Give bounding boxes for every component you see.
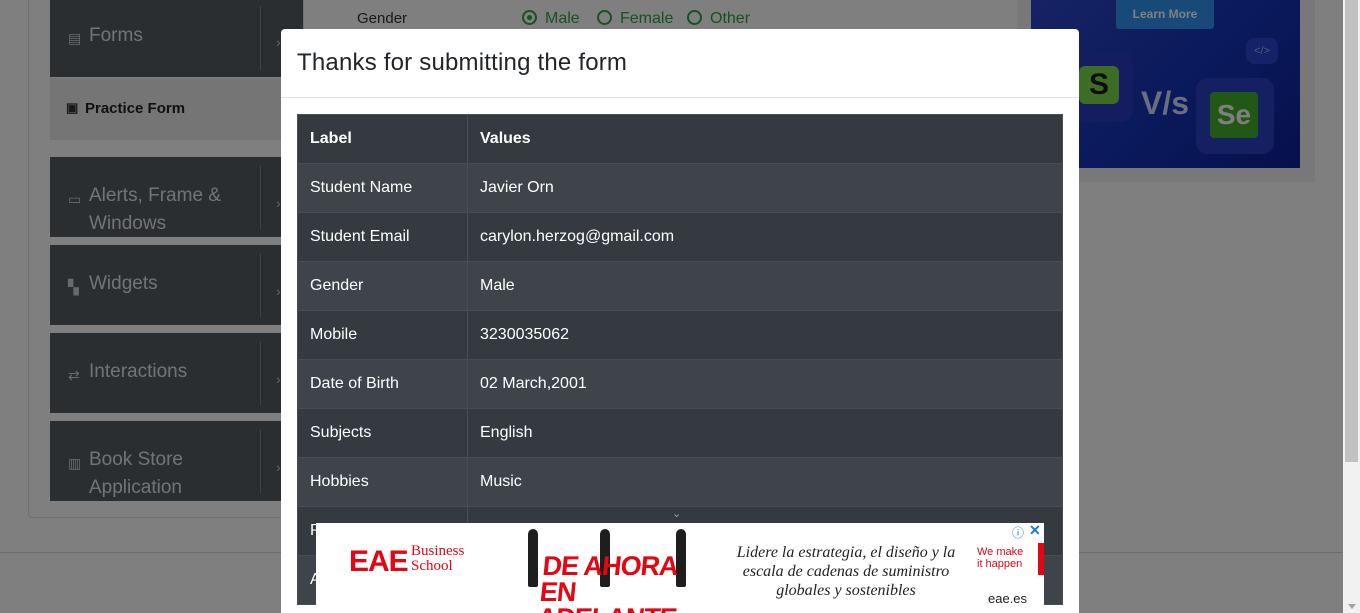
table-row: Student Name Javier Orn [297, 163, 1063, 213]
brand-logo: EAE [349, 545, 409, 578]
table-row: Date of Birth 02 March,2001 [297, 359, 1063, 409]
row-value: Javier Orn [467, 163, 1063, 213]
chevron-down-icon: ⌄ [672, 508, 682, 520]
promo-headline: DE AHORA EN ADELANTE [536, 551, 680, 613]
table-row: Student Email carylon.herzog@gmail.com [297, 212, 1063, 262]
page-scrollbar[interactable] [1343, 0, 1360, 613]
row-label: Hobbies [297, 457, 468, 507]
row-value: 3230035062 [467, 310, 1063, 360]
table-row: Mobile 3230035062 [297, 310, 1063, 360]
ad-slogan: We make it happen [977, 546, 1024, 570]
row-label: Gender [297, 261, 468, 311]
row-value: 02 March,2001 [467, 359, 1063, 409]
row-label: Student Email [297, 212, 468, 262]
scrollbar-thumb[interactable] [1345, 0, 1358, 462]
brand-subtitle: Business School [411, 543, 465, 574]
table-row: Gender Male [297, 261, 1063, 311]
row-value: carylon.herzog@gmail.com [467, 212, 1063, 262]
header-label: Label [297, 114, 468, 164]
scroll-down-arrow-icon[interactable] [1348, 604, 1356, 609]
modal-title: Thanks for submitting the form [297, 49, 628, 76]
table-header-row: Label Values [297, 114, 1063, 164]
promo-graphic: DE AHORA EN ADELANTE [520, 527, 698, 613]
row-label: Student Name [297, 163, 468, 213]
ad-domain: eae.es [988, 591, 1028, 606]
row-value: Music [467, 457, 1063, 507]
modal-header: Thanks for submitting the form [281, 29, 1079, 98]
table-row: Subjects English [297, 408, 1063, 458]
row-label: Subjects [297, 408, 468, 458]
ad-tagline: Lidere la estrategia, el diseño y la esc… [736, 544, 956, 599]
header-values: Values [467, 114, 1063, 164]
row-label: Mobile [297, 310, 468, 360]
adchoices-icon[interactable]: ⓘ [1012, 524, 1024, 541]
close-ad-icon[interactable]: ✕ [1029, 523, 1041, 539]
row-value: English [467, 408, 1063, 458]
accent-bar [1038, 543, 1044, 575]
table-row: Hobbies Music [297, 457, 1063, 507]
row-value: Male [467, 261, 1063, 311]
bottom-banner-ad[interactable]: EAE Business School DE AHORA EN ADELANTE… [316, 523, 1044, 613]
row-label: Date of Birth [297, 359, 468, 409]
person-figure [528, 529, 538, 587]
